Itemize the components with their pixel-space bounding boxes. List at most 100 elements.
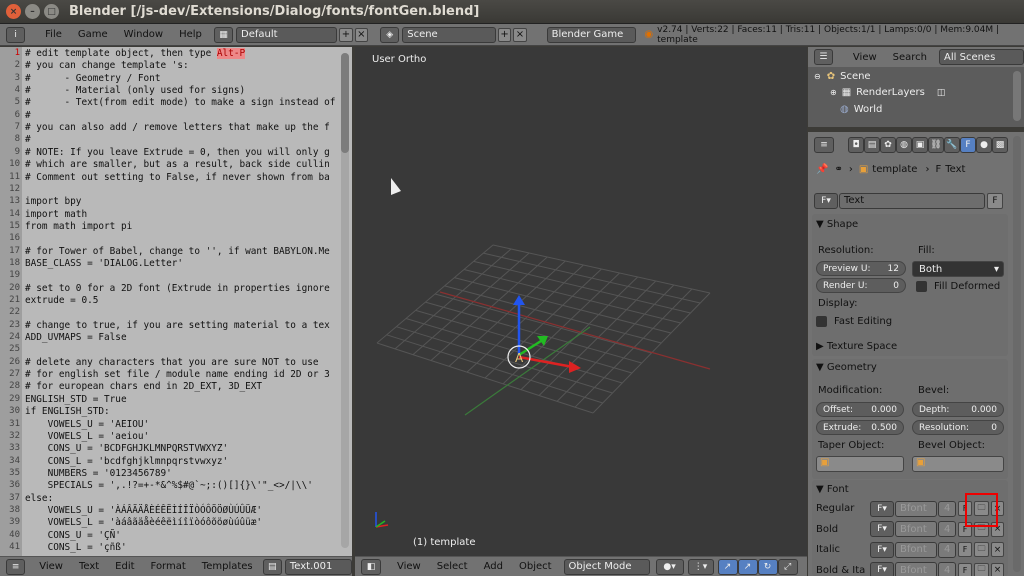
render-engine-select[interactable]: Blender Game	[546, 26, 637, 43]
vp-menu-select[interactable]: Select	[429, 561, 476, 572]
text-datablock-icon[interactable]: ▤	[262, 558, 282, 575]
shape-panel-header[interactable]: ▼ Shape	[816, 219, 858, 230]
menu-file[interactable]: File	[37, 29, 70, 40]
collapse-icon[interactable]: ⊖	[814, 72, 821, 81]
menu-window[interactable]: Window	[116, 29, 171, 40]
font-name-field[interactable]: Bfont	[895, 562, 937, 576]
tab-material-icon[interactable]: ●	[976, 137, 992, 153]
font-name-field[interactable]: Bfont	[895, 500, 937, 517]
maximize-window-button[interactable]: □	[44, 4, 59, 19]
vp-menu-view[interactable]: View	[389, 561, 429, 572]
close-window-button[interactable]: ×	[6, 4, 21, 19]
depth-field[interactable]: Depth: 0.000	[912, 402, 1004, 417]
extrude-field[interactable]: Extrude: 0.500	[816, 420, 904, 435]
text-datablock-field[interactable]: Text.001	[284, 558, 352, 575]
editor-menu-format[interactable]: Format	[143, 561, 194, 572]
editor-scrollbar-thumb[interactable]	[341, 53, 349, 153]
offset-field[interactable]: Offset: 0.000	[816, 402, 904, 417]
font-browse-icon[interactable]: F▾	[870, 521, 894, 537]
tab-data-icon[interactable]: F	[960, 137, 976, 153]
manipulator-icon[interactable]: ↗	[717, 558, 738, 575]
tab-modifiers-icon[interactable]: 🔧	[944, 137, 960, 153]
viewport-editor-type-icon[interactable]: ◧	[361, 558, 381, 575]
remove-layout-button[interactable]: ×	[354, 27, 369, 42]
layout-field[interactable]: Default	[236, 26, 338, 43]
fill-deformed-checkbox[interactable]: Fill Deformed	[916, 281, 1000, 292]
scene-icon[interactable]: ◈	[380, 26, 400, 43]
menu-help[interactable]: Help	[171, 29, 210, 40]
tab-world-icon[interactable]: ◍	[896, 137, 912, 153]
properties-editor-type-icon[interactable]: ≡	[814, 137, 834, 153]
world-icon: ◍	[840, 104, 849, 115]
bevel-object-field[interactable]: ▣	[912, 456, 1004, 472]
3d-viewport[interactable]: User Ortho A (1) template	[355, 47, 807, 556]
tab-layers-icon[interactable]: ▤	[864, 137, 880, 153]
fast-editing-checkbox[interactable]: Fast Editing	[816, 316, 892, 327]
remove-scene-button[interactable]: ×	[513, 27, 527, 42]
taper-object-field[interactable]: ▣	[816, 456, 904, 472]
vp-menu-add[interactable]: Add	[476, 561, 511, 572]
outliner-menu-view[interactable]: View	[845, 52, 885, 63]
editor-menu-templates[interactable]: Templates	[194, 561, 261, 572]
fill-mode-select[interactable]: Both ▾	[912, 261, 1004, 277]
scale-icon[interactable]: ⤢	[777, 558, 798, 575]
open-folder-icon[interactable]: 🗀	[974, 562, 989, 576]
minimize-window-button[interactable]: –	[25, 4, 40, 19]
bevel-label: Bevel:	[918, 385, 950, 396]
menu-game[interactable]: Game	[70, 29, 116, 40]
outliner-item-world[interactable]: ◍ World	[840, 104, 882, 115]
render-u-field[interactable]: Render U: 0	[816, 278, 906, 293]
datablock-name-field[interactable]: Text	[839, 192, 985, 209]
shading-icon[interactable]: ●▾	[655, 558, 684, 575]
add-layout-button[interactable]: +	[339, 27, 353, 42]
editor-menu-text[interactable]: Text	[71, 561, 107, 572]
tab-object-icon[interactable]: ▣	[912, 137, 928, 153]
outliner-item-scene[interactable]: ⊖ ✿ Scene	[814, 71, 871, 82]
editor-menu-view[interactable]: View	[31, 561, 71, 572]
unlink-font-icon[interactable]: ×	[991, 562, 1004, 576]
grid-floor: A	[375, 178, 711, 528]
scene-field[interactable]: Scene	[402, 26, 496, 43]
tab-render-icon[interactable]: ◘	[848, 137, 864, 153]
outliner-menu-search[interactable]: Search	[885, 52, 935, 63]
pivot-icon[interactable]: ⋮▾	[687, 558, 714, 575]
editor-menu-edit[interactable]: Edit	[107, 561, 142, 572]
texture-space-panel[interactable]: ▶ Texture Space	[812, 338, 1008, 356]
open-folder-icon[interactable]: 🗀	[974, 542, 989, 557]
text-editor-type-icon[interactable]: ≡	[6, 558, 26, 575]
camera-icon[interactable]: ◫	[937, 88, 946, 98]
font-panel-header[interactable]: ▼ Font	[816, 484, 849, 495]
info-editor-type-icon[interactable]: i	[6, 26, 26, 43]
tab-constraints-icon[interactable]: ⛓	[928, 137, 944, 153]
font-browse-icon[interactable]: F▾	[870, 541, 894, 558]
unlink-font-icon[interactable]: ×	[991, 542, 1004, 557]
line-number: 35	[9, 467, 20, 478]
font-browse-icon[interactable]: F▾	[870, 562, 894, 576]
expand-icon[interactable]: ⊕	[830, 88, 837, 97]
properties-scrollbar[interactable]	[1013, 136, 1021, 572]
preview-u-field[interactable]: Preview U: 12	[816, 261, 906, 276]
font-name-field[interactable]: Bfont	[895, 521, 937, 537]
vp-menu-object[interactable]: Object	[511, 561, 560, 572]
outliner-scrollbar[interactable]	[1013, 71, 1021, 121]
datablock-browse-icon[interactable]: F▾	[814, 192, 838, 209]
tab-texture-icon[interactable]: ▩	[992, 137, 1008, 153]
font-browse-icon[interactable]: F▾	[870, 500, 894, 517]
outliner-item-renderlayers[interactable]: ⊕ ▦ RenderLayers ◫	[830, 87, 945, 98]
rotate-icon[interactable]: ↻	[757, 558, 778, 575]
bevel-resolution-field[interactable]: Resolution: 0	[912, 420, 1004, 435]
translate-icon[interactable]: ↗	[737, 558, 758, 575]
font-name-field[interactable]: Bfont	[895, 541, 937, 558]
add-scene-button[interactable]: +	[497, 27, 512, 42]
outliner-editor-type-icon[interactable]: ☰	[814, 49, 833, 65]
screen-layout-icon[interactable]: ▦	[213, 26, 234, 43]
tab-scene-icon[interactable]: ✿	[880, 137, 896, 153]
outliner-filter-select[interactable]: All Scenes	[939, 49, 1024, 65]
fake-user-button[interactable]: F	[958, 562, 972, 576]
fake-user-button[interactable]: F	[958, 542, 972, 557]
fake-user-button[interactable]: F	[987, 192, 1003, 209]
pin-icon[interactable]: 📌	[816, 164, 828, 175]
geometry-panel-header[interactable]: ▼ Geometry	[816, 362, 877, 373]
text-editor[interactable]: 1 # edit template object, then type Alt-P…	[0, 47, 352, 556]
mode-select[interactable]: Object Mode	[563, 558, 650, 575]
